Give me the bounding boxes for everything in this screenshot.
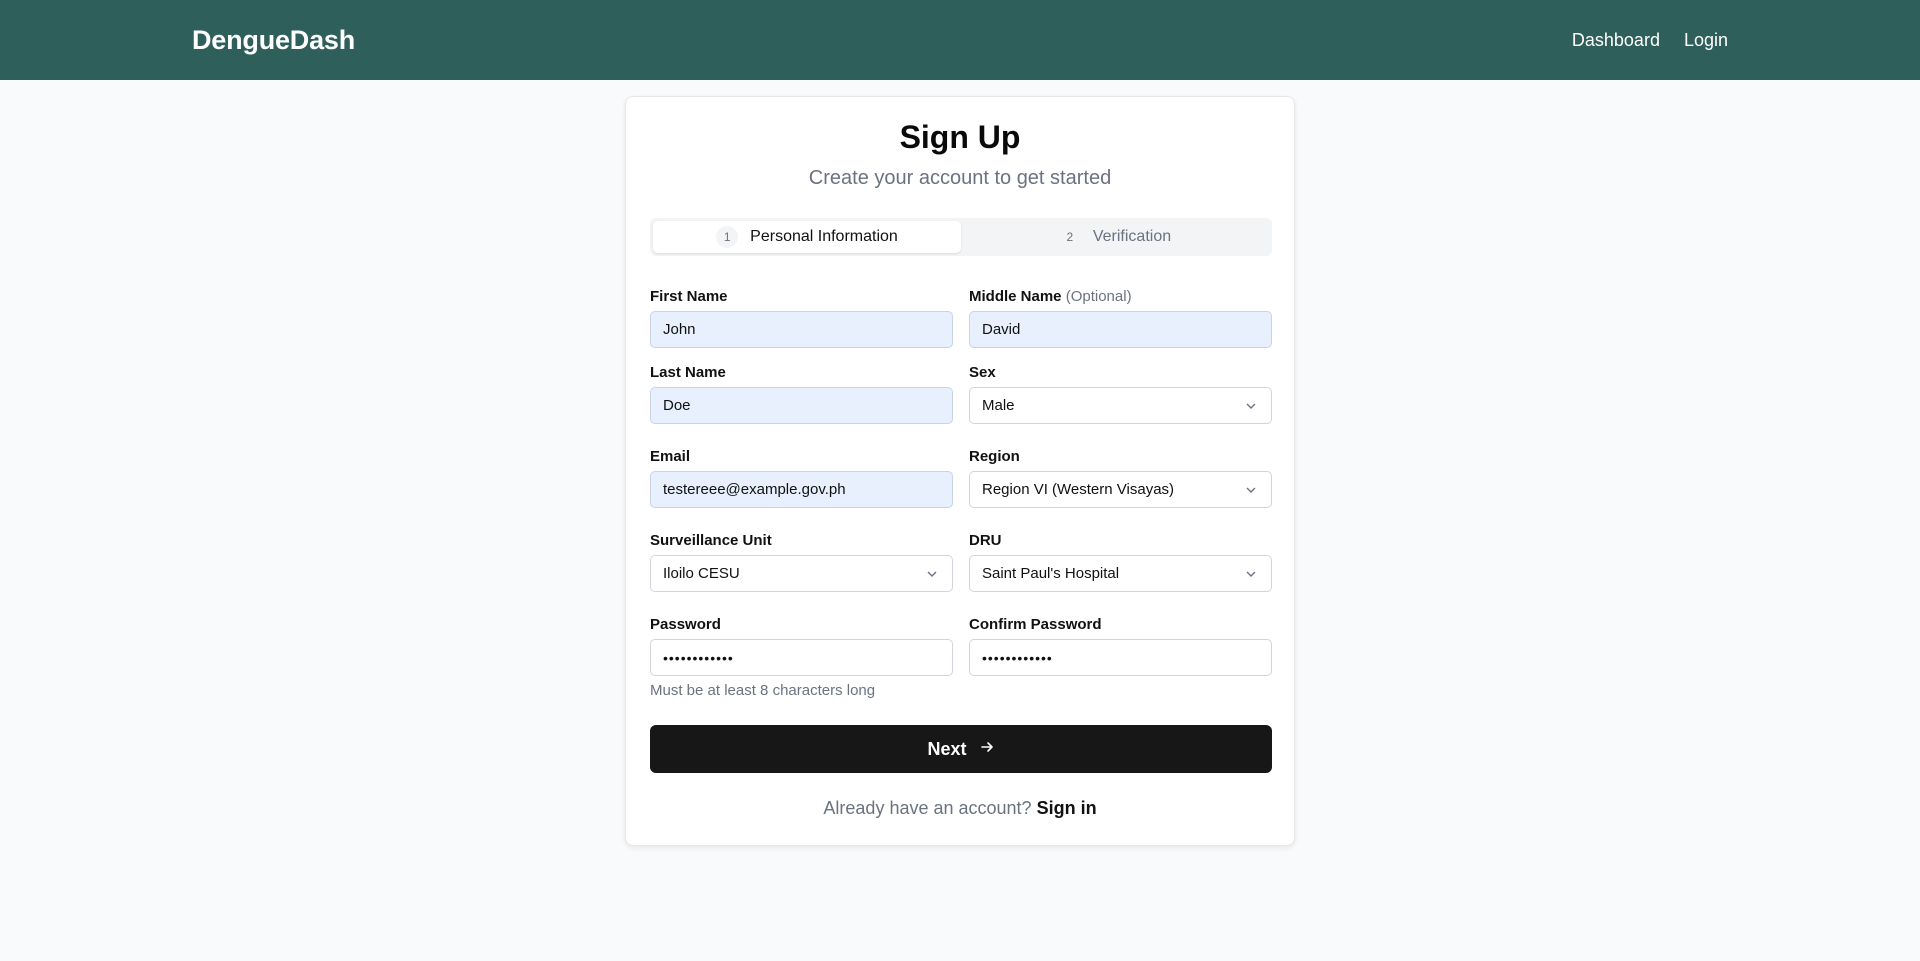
dru-select-value: Saint Paul's Hospital: [982, 565, 1120, 582]
confirm-password-input[interactable]: ••••••••••••: [969, 639, 1272, 676]
sex-label: Sex: [969, 364, 996, 381]
password-input[interactable]: ••••••••••••: [650, 639, 953, 676]
chevron-down-icon: [1245, 483, 1259, 497]
last-name-input[interactable]: Doe: [650, 387, 953, 424]
middle-name-label: Middle Name (Optional): [969, 288, 1272, 305]
tab-label: Personal Information: [750, 228, 898, 245]
brand-logo[interactable]: DengueDash: [192, 25, 355, 56]
last-name-group: Last Name Doe: [650, 364, 953, 424]
chevron-down-icon: [1245, 399, 1259, 413]
optional-tag: (Optional): [1065, 288, 1132, 305]
region-select[interactable]: Region VI (Western Visayas): [969, 471, 1272, 508]
step-tabs: 1 Personal Information 2 Verification: [650, 218, 1272, 256]
nav-link-dashboard[interactable]: Dashboard: [1572, 30, 1660, 51]
signin-prompt: Already have an account?: [823, 798, 1032, 818]
region-group: Region Region VI (Western Visayas): [969, 448, 1272, 508]
last-name-label: Last Name: [650, 364, 726, 381]
page-title: Sign Up: [899, 119, 1021, 155]
email-label: Email: [650, 448, 691, 465]
sex-group: Sex Male: [969, 364, 1272, 424]
next-button-label: Next: [927, 738, 967, 759]
region-select-value: Region VI (Western Visayas): [982, 481, 1175, 498]
step-number-1: 1: [716, 226, 739, 248]
email-group: Email testereee@example.gov.ph: [650, 448, 953, 508]
first-name-input[interactable]: John: [650, 311, 953, 348]
surveillance-unit-select[interactable]: Iloilo CESU: [650, 555, 953, 592]
email-field[interactable]: testereee@example.gov.ph: [650, 471, 953, 508]
dru-label: DRU: [969, 532, 1002, 549]
nav-link-login[interactable]: Login: [1684, 30, 1728, 51]
page-subtitle: Create your account to get started: [808, 167, 1112, 189]
region-label: Region: [969, 448, 1020, 465]
next-button[interactable]: Next: [650, 725, 1272, 773]
signin-link[interactable]: Sign in: [1037, 798, 1097, 818]
confirm-password-group: Confirm Password ••••••••••••: [969, 616, 1272, 676]
confirm-password-label: Confirm Password: [969, 616, 1102, 633]
surveillance-unit-label: Surveillance Unit: [650, 532, 772, 549]
first-name-label: First Name: [650, 288, 728, 305]
first-name-group: First Name John: [650, 288, 953, 348]
surveillance-unit-select-value: Iloilo CESU: [663, 565, 740, 582]
nav-links: Dashboard Login: [1572, 30, 1728, 51]
password-group: Password ••••••••••••: [650, 616, 953, 676]
signup-card: Sign Up Create your account to get start…: [625, 96, 1295, 846]
arrow-right-icon: [979, 739, 995, 760]
step-number-2: 2: [1066, 230, 1074, 244]
tab-label: Verification: [1092, 228, 1172, 245]
middle-name-label-text: Middle Name: [969, 288, 1062, 305]
chevron-down-icon: [926, 567, 940, 581]
signin-row: Already have an account? Sign in: [626, 798, 1294, 819]
top-navbar: DengueDash Dashboard Login: [0, 0, 1920, 80]
dru-group: DRU Saint Paul's Hospital: [969, 532, 1272, 592]
password-hint: Must be at least 8 characters long: [650, 682, 876, 699]
middle-name-group: Middle Name (Optional) David: [969, 288, 1272, 348]
middle-name-input[interactable]: David: [969, 311, 1272, 348]
tab-verification[interactable]: 2 Verification: [961, 221, 1269, 253]
password-label: Password: [650, 616, 721, 633]
sex-select-value: Male: [982, 397, 1015, 414]
dru-select[interactable]: Saint Paul's Hospital: [969, 555, 1272, 592]
sex-select[interactable]: Male: [969, 387, 1272, 424]
surveillance-unit-group: Surveillance Unit Iloilo CESU: [650, 532, 953, 592]
tab-personal-information[interactable]: 1 Personal Information: [653, 221, 961, 253]
chevron-down-icon: [1245, 567, 1259, 581]
